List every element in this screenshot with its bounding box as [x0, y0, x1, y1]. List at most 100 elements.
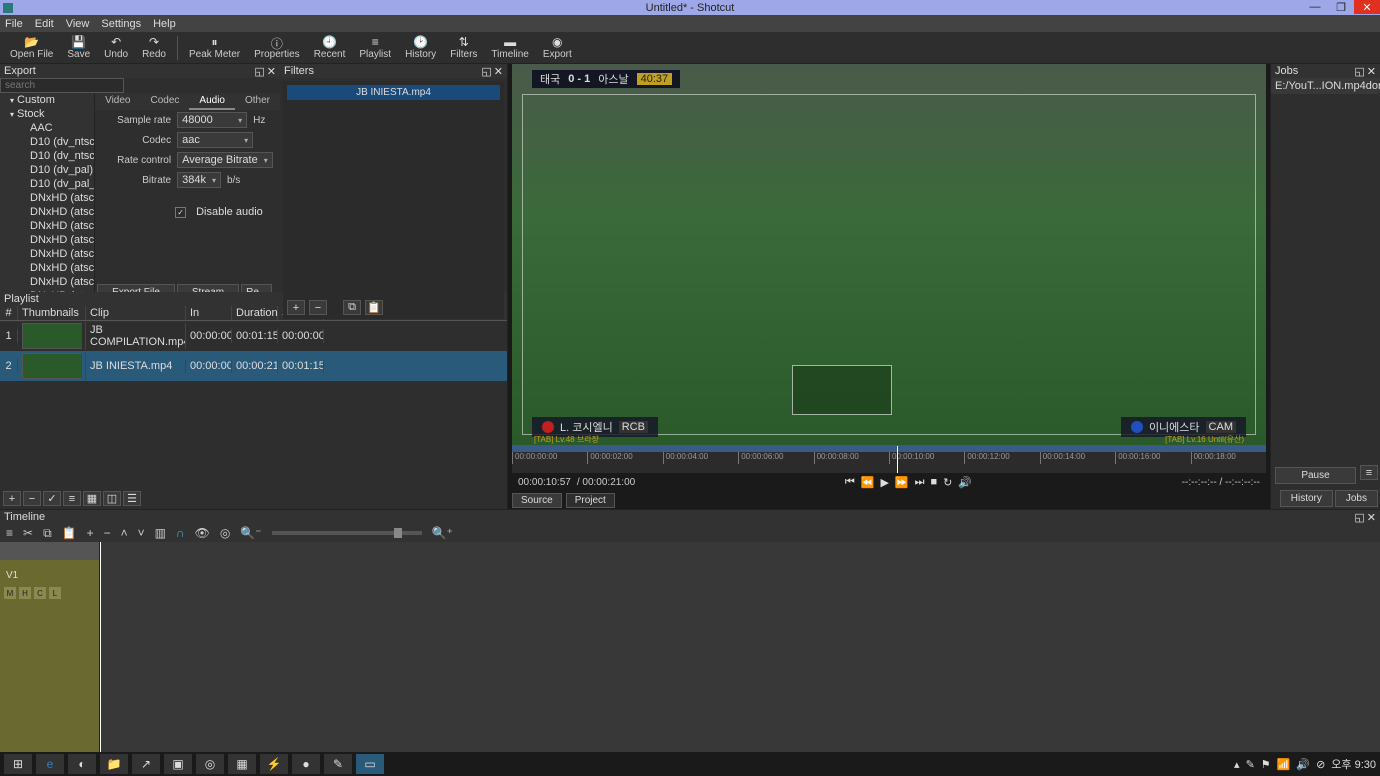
tl-ripple-icon[interactable]: ◎: [220, 526, 230, 540]
track-mute-button[interactable]: M: [4, 587, 16, 599]
timeline-playhead[interactable]: [100, 542, 101, 752]
loop-icon[interactable]: ↻: [943, 476, 952, 489]
tab-video[interactable]: Video: [95, 93, 140, 110]
col-in[interactable]: In: [186, 306, 232, 320]
tl-split-icon[interactable]: ▥: [155, 526, 166, 540]
tl-copy-icon[interactable]: ⧉: [43, 526, 52, 541]
app4-icon[interactable]: ⚡: [260, 754, 288, 774]
tl-append-icon[interactable]: +: [87, 526, 94, 540]
filters-button[interactable]: ⇅Filters: [444, 33, 483, 63]
undo-button[interactable]: ↶Undo: [98, 33, 134, 63]
col-duration[interactable]: Duration: [232, 306, 278, 320]
menu-settings[interactable]: Settings: [101, 18, 141, 30]
preset-item[interactable]: DNxHD (atsc_1080...: [0, 261, 94, 275]
preset-item[interactable]: D10 (dv_ntsc_wide): [0, 149, 94, 163]
peak-meter-button[interactable]: ⏸Peak Meter: [183, 33, 246, 63]
close-panel-icon[interactable]: ✕: [1367, 511, 1376, 524]
tray-flag-icon[interactable]: ⚑: [1261, 758, 1271, 771]
stop-icon[interactable]: ■: [931, 476, 938, 489]
jobs-menu-button[interactable]: ≡: [1360, 465, 1378, 480]
timeline-track-area[interactable]: [100, 542, 1380, 752]
steam-icon[interactable]: ◎: [196, 754, 224, 774]
preset-item[interactable]: DNxHD (atsc_1080...: [0, 275, 94, 289]
disable-audio-checkbox[interactable]: ✓: [175, 207, 186, 218]
tl-scrub-icon[interactable]: 👁: [195, 526, 210, 540]
track-header[interactable]: V1 M H C L: [0, 542, 100, 752]
export-search-input[interactable]: [0, 78, 124, 93]
track-hide-button[interactable]: H: [19, 587, 31, 599]
preset-item[interactable]: DNxHD (atsc_1080...: [0, 219, 94, 233]
preset-item[interactable]: D10 (dv_pal_wide): [0, 177, 94, 191]
preset-item[interactable]: DNxHD (atsc_1080...: [0, 247, 94, 261]
redo-button[interactable]: ↷Redo: [136, 33, 172, 63]
tl-zoom-out-icon[interactable]: 🔍⁻: [240, 526, 261, 540]
filter-add-button[interactable]: +: [287, 300, 305, 315]
source-tab[interactable]: Source: [512, 493, 562, 508]
skip-end-icon[interactable]: ⏭: [915, 476, 925, 489]
undock-icon[interactable]: ◱: [1354, 511, 1364, 524]
tab-audio[interactable]: Audio: [189, 93, 235, 110]
playlist-detail-icon[interactable]: ☰: [123, 491, 141, 506]
tl-zoom-in-icon[interactable]: 🔍⁺: [432, 526, 453, 540]
col-thumb[interactable]: Thumbnails: [18, 306, 86, 320]
menu-file[interactable]: File: [5, 18, 23, 30]
app1-icon[interactable]: ↗: [132, 754, 160, 774]
tab-codec[interactable]: Codec: [141, 93, 190, 110]
shotcut-icon[interactable]: ▭: [356, 754, 384, 774]
export-preset-list[interactable]: Custom Stock AACD10 (dv_ntsc)D10 (dv_nts…: [0, 93, 95, 303]
chrome-icon[interactable]: ◐: [68, 754, 96, 774]
playlist-remove-button[interactable]: −: [23, 491, 41, 506]
skip-start-icon[interactable]: ⏮: [845, 476, 855, 489]
tray-pen-icon[interactable]: ✎: [1246, 758, 1255, 771]
rate-control-combo[interactable]: Average Bitrate: [177, 152, 273, 168]
undock-icon[interactable]: ◱: [254, 65, 264, 78]
tab-other[interactable]: Other: [235, 93, 280, 110]
undock-icon[interactable]: ◱: [481, 65, 491, 78]
history-button[interactable]: History: [1280, 490, 1333, 507]
tray-block-icon[interactable]: ⊘: [1316, 758, 1325, 771]
history-button[interactable]: 🕑History: [399, 33, 442, 63]
preset-item[interactable]: AAC: [0, 121, 94, 135]
undock-icon[interactable]: ◱: [1354, 65, 1364, 78]
tray-clock[interactable]: 오후 9:30: [1331, 756, 1376, 772]
menu-help[interactable]: Help: [153, 18, 176, 30]
app6-icon[interactable]: ✎: [324, 754, 352, 774]
playlist-row[interactable]: 1JB COMPILATION.mp400:00:00:0000:01:15:5…: [0, 321, 507, 351]
col-clip[interactable]: Clip: [86, 306, 186, 320]
tl-menu-icon[interactable]: ≡: [6, 526, 13, 540]
preset-item[interactable]: D10 (dv_ntsc): [0, 135, 94, 149]
menu-edit[interactable]: Edit: [35, 18, 54, 30]
tray-net-icon[interactable]: 📶: [1277, 758, 1291, 771]
preset-item[interactable]: DNxHD (atsc_1080...: [0, 205, 94, 219]
tl-snap-icon[interactable]: ∩: [176, 526, 185, 540]
rewind-icon[interactable]: ⏪: [861, 476, 875, 489]
preview-viewport[interactable]: 태국 0 - 1 아스날 40:37 L. 코시엘니 RCB [TAB] Lv.…: [512, 64, 1266, 445]
timeline-button[interactable]: ▬Timeline: [485, 33, 534, 63]
preset-item[interactable]: D10 (dv_pal): [0, 163, 94, 177]
minimize-button[interactable]: —: [1302, 0, 1328, 14]
recent-button[interactable]: 🕘Recent: [308, 33, 352, 63]
app5-icon[interactable]: ●: [292, 754, 320, 774]
sample-rate-combo[interactable]: 48000: [177, 112, 247, 128]
playlist-tile-icon[interactable]: ◫: [103, 491, 121, 506]
close-panel-icon[interactable]: ✕: [494, 65, 503, 78]
preview-ruler[interactable]: 00:00:00:0000:00:02:0000:00:04:0000:00:0…: [512, 445, 1266, 473]
app3-icon[interactable]: ▦: [228, 754, 256, 774]
filter-paste-button[interactable]: 📋: [365, 300, 383, 315]
track-composite-button[interactable]: C: [34, 587, 46, 599]
preset-custom[interactable]: Custom: [0, 93, 94, 107]
tl-remove-icon[interactable]: −: [104, 526, 111, 540]
tray-vol-icon[interactable]: 🔊: [1296, 758, 1310, 771]
tl-paste-icon[interactable]: 📋: [62, 526, 77, 540]
maximize-button[interactable]: ❐: [1328, 0, 1354, 14]
explorer-icon[interactable]: 📁: [100, 754, 128, 774]
playlist-button[interactable]: ≡Playlist: [353, 33, 397, 63]
preview-playhead[interactable]: [897, 446, 898, 473]
close-panel-icon[interactable]: ✕: [1367, 65, 1376, 78]
playlist-row[interactable]: 2JB INIESTA.mp400:00:00:0000:00:21:0000:…: [0, 351, 507, 381]
playlist-check-button[interactable]: ✓: [43, 491, 61, 506]
ffwd-icon[interactable]: ⏩: [895, 476, 909, 489]
track-lock-button[interactable]: L: [49, 587, 61, 599]
ie-icon[interactable]: e: [36, 754, 64, 774]
preset-stock[interactable]: Stock: [0, 107, 94, 121]
